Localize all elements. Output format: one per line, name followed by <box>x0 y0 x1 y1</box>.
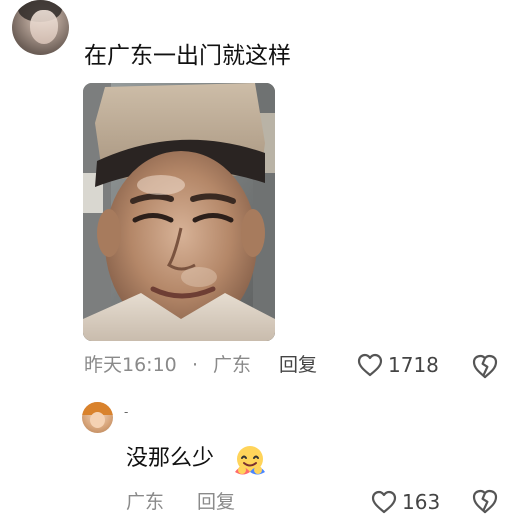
reply-reply-button[interactable]: 回复 <box>197 486 235 518</box>
comment-time: 昨天16:10 <box>84 354 177 376</box>
like-button[interactable]: 1718 <box>356 349 439 381</box>
meta-separator: · <box>192 354 199 376</box>
hugging-face-emoji <box>232 444 268 478</box>
reply-like-button[interactable]: 163 <box>370 486 440 518</box>
reply-username[interactable]: - <box>124 405 128 419</box>
dislike-button[interactable] <box>470 352 500 380</box>
like-count: 1718 <box>388 353 439 377</box>
reply-like-count: 163 <box>402 490 441 514</box>
broken-heart-icon <box>472 354 498 379</box>
hugging-face-icon <box>235 446 265 475</box>
commenter-avatar[interactable] <box>12 0 69 55</box>
photo-illustration <box>83 83 275 341</box>
heart-outline-icon <box>357 353 383 377</box>
reply-button[interactable]: 回复 <box>279 349 317 381</box>
reply-text: 没那么少 <box>126 446 215 471</box>
reply-location: 广东 <box>126 491 165 513</box>
heart-outline-icon <box>371 490 397 514</box>
broken-heart-icon <box>472 489 498 514</box>
reply-dislike-button[interactable] <box>470 487 500 515</box>
comment-image[interactable] <box>83 83 275 341</box>
avatar-face <box>30 10 58 44</box>
reply-avatar[interactable] <box>82 402 113 433</box>
comment-text: 在广东一出门就这样 <box>84 43 291 69</box>
avatar-face <box>90 412 105 428</box>
comment-location: 广东 <box>213 354 252 376</box>
